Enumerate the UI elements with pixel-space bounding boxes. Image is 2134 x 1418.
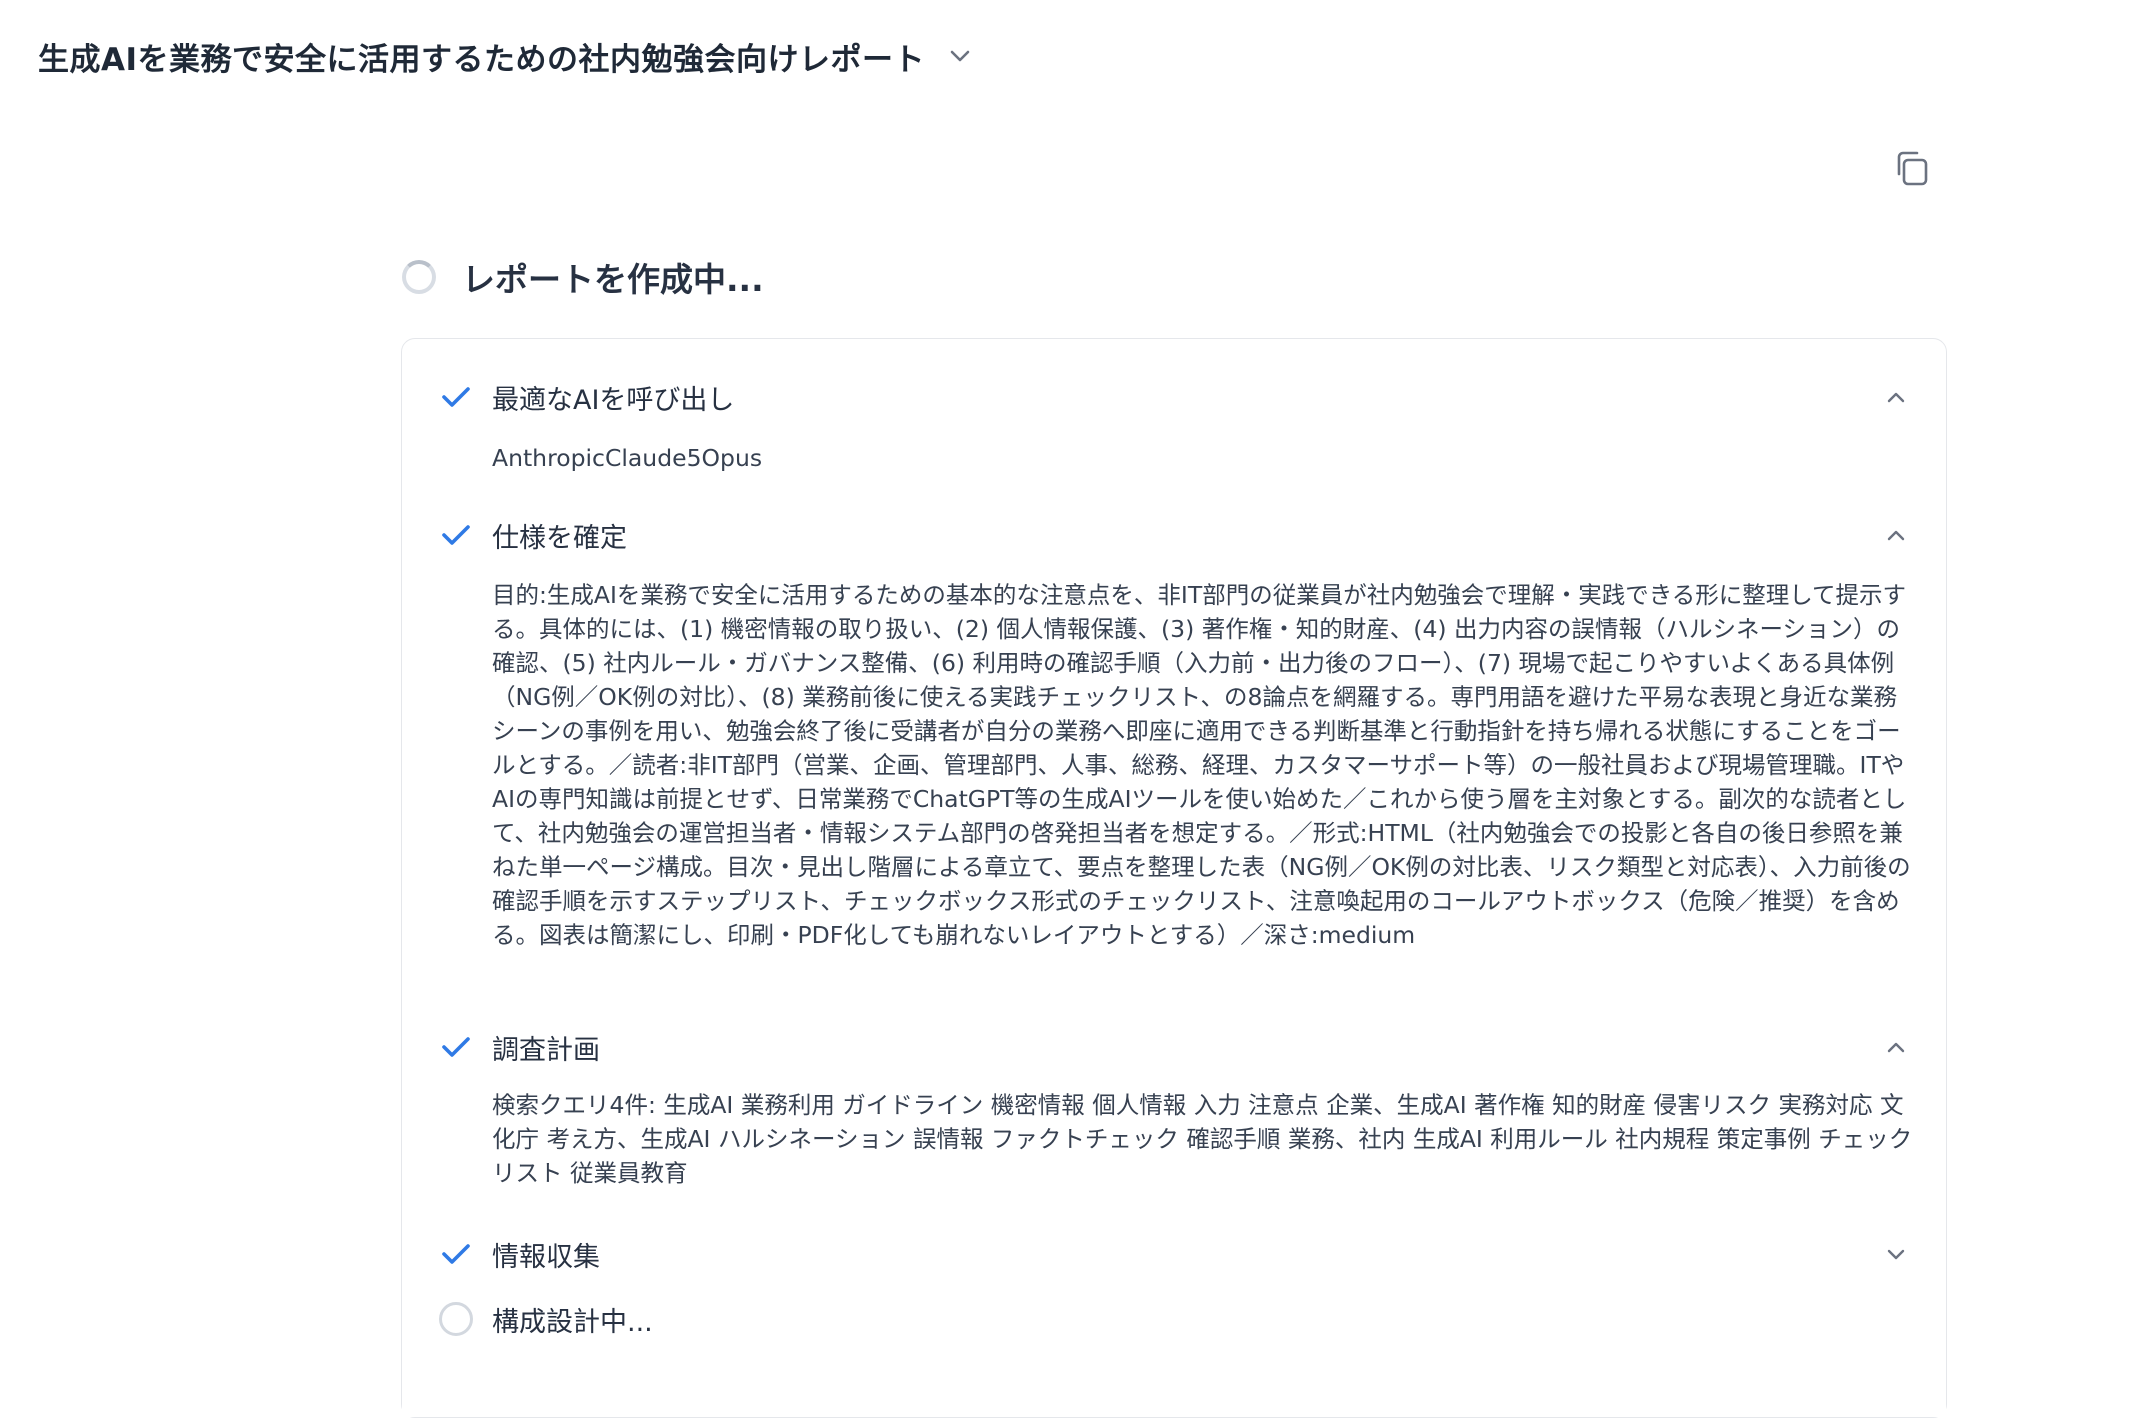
copy-icon — [1892, 148, 1932, 192]
step-confirm-spec: 仕様を確定 目的:生成AIを業務で安全に活用するための基本的な注意点を、非IT部… — [402, 513, 1946, 949]
step-detail: 目的:生成AIを業務で安全に活用するための基本的な注意点を、非IT部門の従業員が… — [492, 581, 1911, 949]
step-title: 仕様を確定 — [492, 522, 627, 554]
step-design-structure: 構成設計中... — [402, 1297, 1946, 1341]
step-title: 調査計画 — [492, 1034, 600, 1066]
report-status: レポートを作成中... — [402, 251, 764, 303]
chevron-up-icon[interactable] — [1882, 1033, 1910, 1061]
copy-button[interactable] — [1888, 146, 1936, 194]
step-header[interactable]: 情報収集 — [402, 1232, 1946, 1276]
check-icon — [440, 381, 472, 413]
check-icon — [440, 1031, 472, 1063]
step-call-ai: 最適なAIを呼び出し AnthropicClaude5Opus — [402, 375, 1946, 472]
step-detail: AnthropicClaude5Opus — [492, 444, 763, 472]
pending-circle-icon — [439, 1302, 473, 1336]
step-header[interactable]: 調査計画 — [402, 1025, 1946, 1069]
step-title: 最適なAIを呼び出し — [492, 384, 735, 416]
progress-card: 最適なAIを呼び出し AnthropicClaude5Opus 仕様を確定 目的… — [401, 338, 1947, 1418]
spinner-icon — [402, 260, 436, 294]
chevron-up-icon[interactable] — [1882, 521, 1910, 549]
step-collect-info: 情報収集 — [402, 1232, 1946, 1276]
step-header[interactable]: 仕様を確定 — [402, 513, 1946, 557]
step-header[interactable]: 最適なAIを呼び出し — [402, 375, 1946, 419]
document-header: 生成AIを業務で安全に活用するための社内勉強会向けレポート — [38, 30, 973, 82]
status-text: レポートを作成中... — [462, 260, 764, 299]
check-icon — [440, 519, 472, 551]
step-header: 構成設計中... — [402, 1297, 1946, 1341]
chevron-up-icon[interactable] — [1882, 383, 1910, 411]
step-detail: 検索クエリ4件: 生成AI 業務利用 ガイドライン 機密情報 個人情報 入力 注… — [492, 1091, 1913, 1187]
step-research-plan: 調査計画 検索クエリ4件: 生成AI 業務利用 ガイドライン 機密情報 個人情報… — [402, 1025, 1946, 1187]
step-title: 構成設計中... — [492, 1306, 653, 1338]
document-title: 生成AIを業務で安全に活用するための社内勉強会向けレポート — [38, 41, 926, 78]
chevron-down-icon[interactable] — [1882, 1240, 1910, 1268]
check-icon — [440, 1238, 472, 1270]
chevron-down-icon[interactable] — [947, 43, 973, 69]
step-title: 情報収集 — [492, 1241, 600, 1273]
fade-overlay — [402, 1357, 1946, 1417]
